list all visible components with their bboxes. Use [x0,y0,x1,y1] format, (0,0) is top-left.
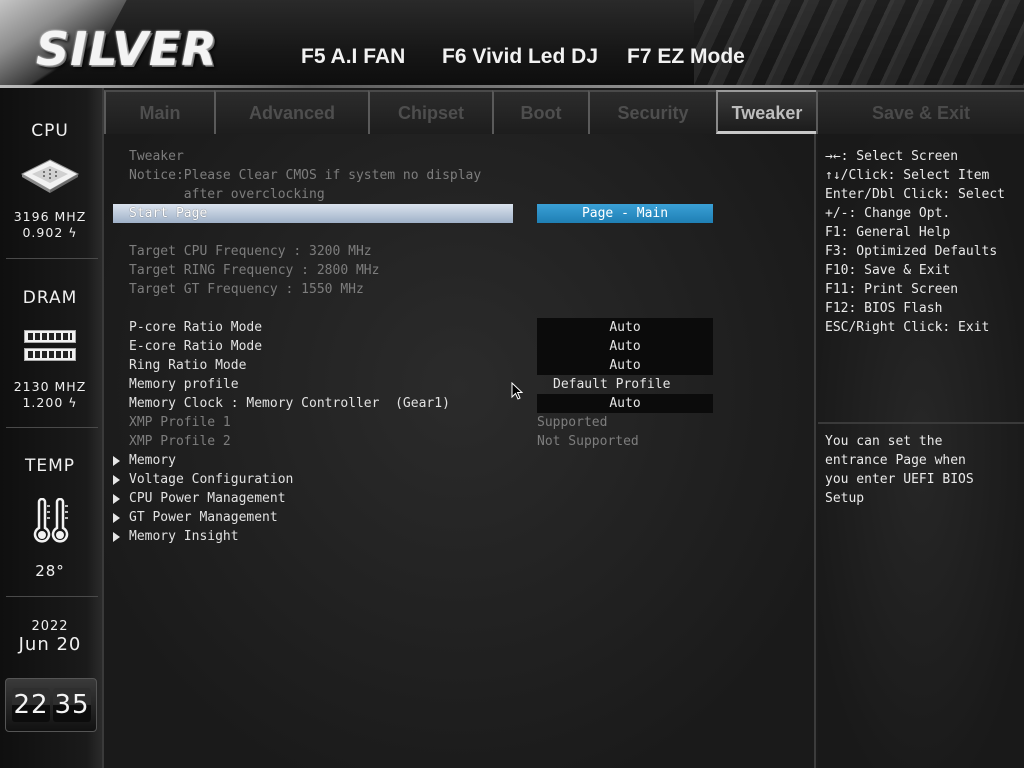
help-key-general-help: F1: General Help [825,225,951,240]
status-panel: CPU 3196 MHZ 0.902 ϟ DRAM 2130 MHZ 1.200… [0,88,104,768]
tab-chipset[interactable]: Chipset [368,90,492,134]
submenu-arrow-icon [113,532,120,542]
ring-ratio-select[interactable]: Auto [537,356,713,375]
e-core-ratio-select[interactable]: Auto [537,337,713,356]
tab-bar: Main Advanced Chipset Boot Security Twea… [104,90,1024,134]
start-page-label: Start Page [129,206,208,221]
help-key-change-opt: +/-: Change Opt. [825,206,951,221]
dram-module-icon [24,330,76,343]
submenu-memory[interactable]: Memory [129,451,176,470]
submenu-arrow-icon [113,475,120,485]
target-cpu-frequency: Target CPU Frequency : 3200 MHz [129,244,372,259]
start-page-row[interactable]: Start Page [113,204,513,223]
tab-main[interactable]: Main [104,90,214,134]
memory-profile-select[interactable]: Default Profile [553,375,670,394]
target-ring-frequency: Target RING Frequency : 2800 MHz [129,263,380,278]
date-month: Jun [18,634,50,655]
hotkey-ai-fan[interactable]: F5 A.I FAN [301,45,405,69]
flip-clock: 22 35 [5,678,97,732]
memory-profile-label: Memory profile [129,377,239,392]
help-panel: →←: Select Screen ↑↓/Click: Select Item … [818,134,1024,768]
hotkey-ez-mode[interactable]: F7 EZ Mode [627,45,745,69]
notice-text: after overclocking [129,187,325,202]
cpu-temperature: 28° [35,562,65,580]
clock-minute: 35 [53,688,91,722]
tab-save-exit[interactable]: Save & Exit [816,90,1024,134]
target-gt-frequency: Target GT Frequency : 1550 MHz [129,282,364,297]
thermometer-icon [33,498,69,543]
submenu-arrow-icon [113,494,120,504]
tab-advanced[interactable]: Advanced [214,90,368,134]
date-year: 2022 [31,619,69,634]
help-description: you enter UEFI BIOS [825,472,974,487]
memory-clock-select[interactable]: Auto [537,394,713,413]
help-key-bios-flash: F12: BIOS Flash [825,301,943,316]
ring-ratio-label: Ring Ratio Mode [129,358,247,373]
date-day: 20 [56,634,82,655]
xmp-profile-1-status: Supported [537,415,608,430]
header-bar: SILVER F5 A.I FAN F6 Vivid Led DJ F7 EZ … [0,0,1024,88]
submenu-gt-power-management[interactable]: GT Power Management [129,508,278,527]
help-description: Setup [825,491,865,506]
dram-title: DRAM [22,288,78,308]
submenu-memory-insight[interactable]: Memory Insight [129,527,239,546]
divider [6,596,98,597]
cpu-voltage-row: 0.902 ϟ [0,225,100,240]
settings-panel: Tweaker Notice:Please Clear CMOS if syst… [104,134,816,768]
help-key-print-screen: F11: Print Screen [825,282,959,297]
help-divider [818,422,1024,424]
help-key-select-item: ↑↓/Click: Select Item [825,168,990,183]
dram-voltage: 1.200 [22,395,64,410]
xmp-profile-2-label: XMP Profile 2 [129,434,231,449]
help-description: entrance Page when [825,453,966,468]
notice-text: Notice:Please Clear CMOS if system no di… [129,168,482,183]
cpu-title: CPU [31,121,69,141]
voltage-bolt-icon: ϟ [63,225,78,240]
section-title: Tweaker [129,149,184,164]
p-core-ratio-select[interactable]: Auto [537,318,713,337]
help-key-optimized-defaults: F3: Optimized Defaults [825,244,998,259]
e-core-ratio-label: E-core Ratio Mode [129,339,263,354]
start-page-value[interactable]: Page - Main [537,204,713,223]
tab-tweaker[interactable]: Tweaker [716,90,816,134]
header-divider [0,85,1024,88]
brand-logo: SILVER [36,22,218,76]
p-core-ratio-label: P-core Ratio Mode [129,320,263,335]
help-key-exit: ESC/Right Click: Exit [825,320,990,335]
tab-security[interactable]: Security [588,90,716,134]
dram-frequency: 2130 MHZ [13,379,87,394]
memory-clock-label: Memory Clock : Memory Controller (Gear1) [129,396,450,411]
divider [6,258,98,259]
date-month-day: Jun 20 [0,634,100,655]
xmp-profile-2-status: Not Supported [537,434,639,449]
help-description: You can set the [825,434,943,449]
header-texture [694,0,1024,88]
cpu-chip-icon [20,159,80,193]
dram-voltage-row: 1.200 ϟ [0,395,100,410]
help-key-save-exit: F10: Save & Exit [825,263,951,278]
help-key-select-screen: →←: Select Screen [825,149,959,164]
voltage-bolt-icon: ϟ [63,395,78,410]
mouse-cursor-icon [511,382,523,400]
cpu-voltage: 0.902 [22,225,64,240]
cpu-frequency: 3196 MHZ [13,209,87,224]
tab-boot[interactable]: Boot [492,90,588,134]
help-key-select: Enter/Dbl Click: Select [825,187,1006,202]
dram-module-icon [24,348,76,361]
submenu-voltage-configuration[interactable]: Voltage Configuration [129,470,293,489]
clock-hour: 22 [12,688,50,722]
submenu-arrow-icon [113,456,120,466]
hotkey-vivid-led-dj[interactable]: F6 Vivid Led DJ [442,45,598,69]
temp-title: TEMP [24,456,76,476]
xmp-profile-1-label: XMP Profile 1 [129,415,231,430]
submenu-cpu-power-management[interactable]: CPU Power Management [129,489,286,508]
submenu-arrow-icon [113,513,120,523]
divider [6,427,98,428]
